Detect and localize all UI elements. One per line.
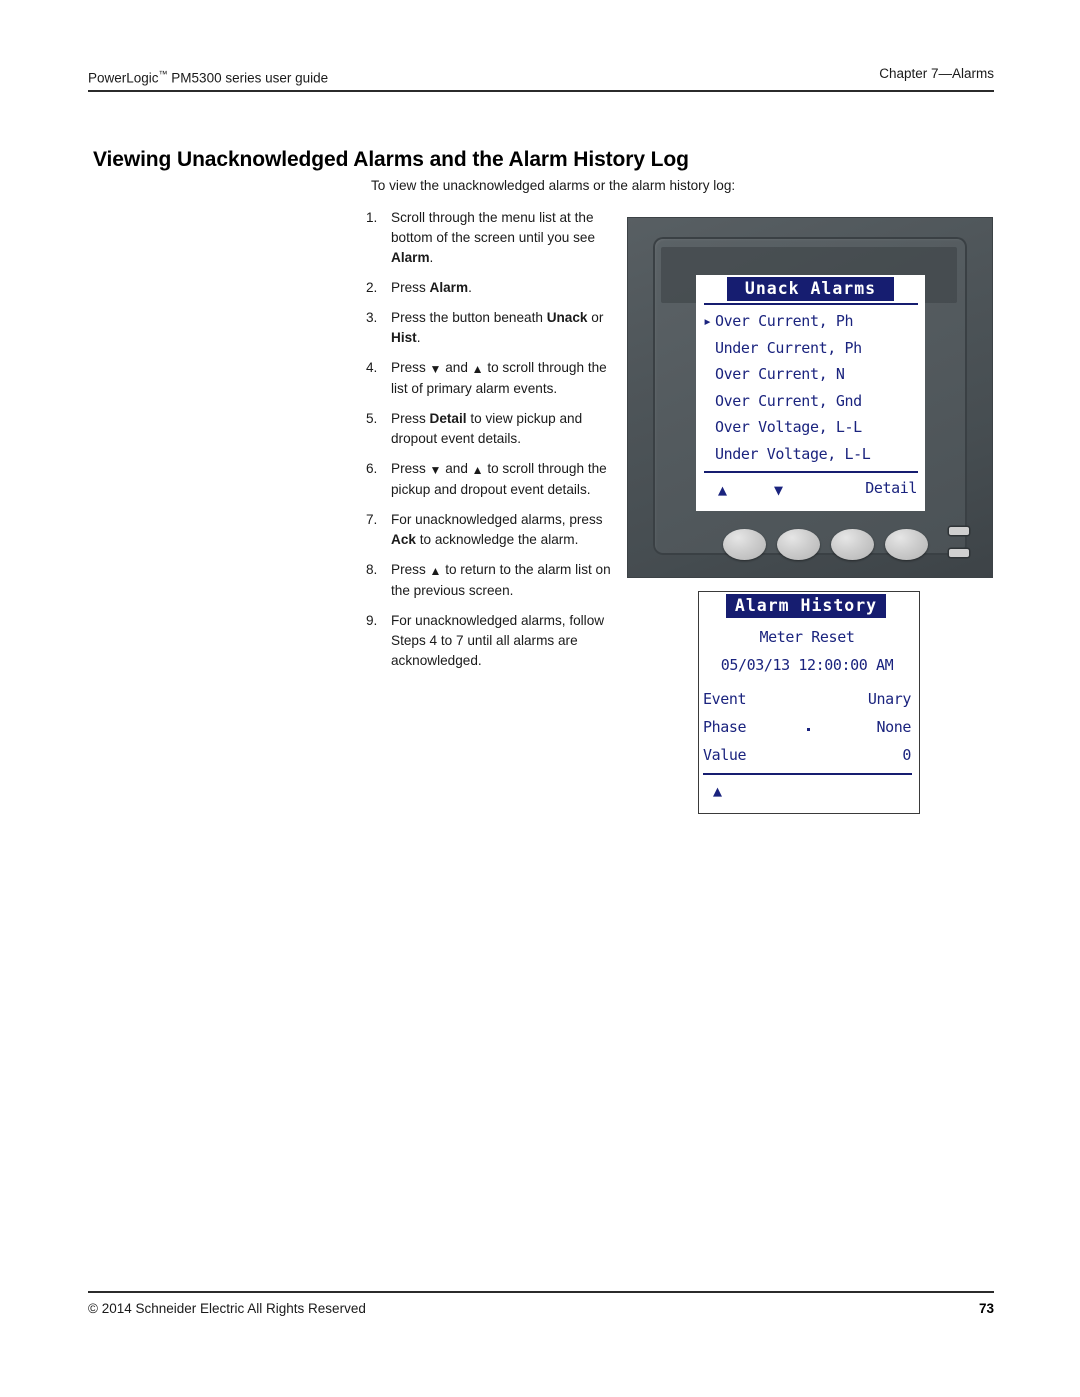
step-number: 7. bbox=[366, 512, 378, 527]
lcd2-event-name: Meter Reset bbox=[759, 628, 855, 646]
lcd1-title-row: Unack Alarms bbox=[696, 275, 925, 303]
lcd1-title: Unack Alarms bbox=[727, 277, 894, 301]
intro-paragraph: To view the unacknowledged alarms or the… bbox=[371, 178, 736, 193]
procedure-step: 3. Press the button beneath Unack or Hist… bbox=[366, 308, 622, 348]
lcd2-row-value: Value 0 bbox=[703, 746, 911, 764]
step-text: Press Detail to view pickup and dropout … bbox=[391, 411, 583, 446]
lcd2-row-event: Event Unary bbox=[703, 690, 911, 708]
step-number: 8. bbox=[366, 562, 378, 577]
step-text: For unacknowledged alarms, press Ack to … bbox=[391, 512, 603, 547]
lcd2-row-event-value: Unary bbox=[867, 690, 912, 708]
step-number: 2. bbox=[366, 280, 378, 295]
lcd-screen-alarm-history: Alarm History Meter Reset 05/03/13 12:00… bbox=[698, 591, 920, 814]
step-text: Scroll through the menu list at the bott… bbox=[391, 210, 596, 265]
lcd2-title: Alarm History bbox=[726, 594, 886, 618]
lcd1-alarm-item[interactable]: Over Current, Gnd bbox=[703, 388, 919, 415]
procedure-step: 1. Scroll through the menu list at the bo… bbox=[366, 208, 622, 268]
lcd1-detail-softkey[interactable]: Detail bbox=[865, 473, 917, 503]
device-softkey-button-4[interactable] bbox=[885, 529, 928, 560]
page-number: 73 bbox=[978, 1301, 994, 1316]
step-text: Press Alarm. bbox=[391, 280, 472, 295]
lcd1-alarm-item[interactable]: Under Voltage, L-L bbox=[703, 441, 919, 468]
header-guide-name: PM5300 series user guide bbox=[167, 70, 329, 86]
header-product-label: PowerLogic™ PM5300 series user guide bbox=[88, 66, 328, 87]
header-product-name: PowerLogic bbox=[88, 70, 159, 86]
lcd1-scroll-down-icon[interactable]: ▼ bbox=[774, 475, 783, 505]
lcd2-row-phase-label: Phase bbox=[703, 718, 747, 736]
procedure-step: 7. For unacknowledged alarms, press Ack t… bbox=[366, 510, 622, 550]
procedure-step: 2. Press Alarm. bbox=[366, 278, 622, 298]
step-number: 5. bbox=[366, 411, 378, 426]
lcd1-alarm-item[interactable]: Under Current, Ph bbox=[703, 335, 919, 362]
header-chapter-label: Chapter 7—Alarms bbox=[879, 66, 994, 81]
device-softkey-button-1[interactable] bbox=[723, 529, 766, 560]
lcd2-row-value-value: 0 bbox=[902, 746, 911, 764]
step-number: 4. bbox=[366, 360, 378, 375]
copyright-notice: © 2014 Schneider Electric All Rights Res… bbox=[88, 1301, 366, 1316]
page-title: Viewing Unacknowledged Alarms and the Al… bbox=[93, 148, 689, 172]
step-number: 1. bbox=[366, 210, 378, 225]
lcd2-title-row: Alarm History bbox=[699, 592, 919, 620]
lcd2-row-phase: Phase None bbox=[703, 718, 911, 736]
procedure-step: 9. For unacknowledged alarms, follow Step… bbox=[366, 611, 622, 671]
running-header: PowerLogic™ PM5300 series user guide Cha… bbox=[88, 66, 994, 92]
lcd1-top-rule bbox=[704, 303, 918, 305]
lcd2-row-value-label: Value bbox=[703, 746, 747, 764]
lcd2-row-event-label: Event bbox=[703, 690, 747, 708]
step-number: 9. bbox=[366, 613, 378, 628]
trademark-symbol: ™ bbox=[158, 69, 168, 79]
lcd2-scroll-up-icon[interactable]: ▲ bbox=[713, 776, 722, 806]
lcd1-alarm-item[interactable]: Over Voltage, L-L bbox=[703, 414, 919, 441]
device-softkey-button-2[interactable] bbox=[777, 529, 820, 560]
procedure-step: 4. Press and to scroll through the list o… bbox=[366, 358, 622, 399]
step-number: 6. bbox=[366, 461, 378, 476]
device-led-indicator-2 bbox=[949, 549, 969, 557]
footer-divider bbox=[88, 1291, 994, 1293]
lcd2-row-phase-value: None bbox=[876, 718, 911, 736]
step-text: Press to return to the alarm list on the… bbox=[391, 560, 622, 601]
lcd1-alarm-item[interactable]: Over Current, N bbox=[703, 361, 919, 388]
device-button-row bbox=[723, 527, 973, 567]
procedure-steps: 1. Scroll through the menu list at the bo… bbox=[366, 208, 622, 681]
header-divider bbox=[88, 90, 994, 92]
lcd2-timestamp: 05/03/13 12:00:00 AM bbox=[720, 656, 894, 674]
step-number: 3. bbox=[366, 310, 378, 325]
procedure-step: 6. Press and to scroll through the pickup… bbox=[366, 459, 622, 500]
lcd1-softkey-row: ▲ ▼ Detail bbox=[696, 473, 925, 507]
step-text: Press the button beneath Unack or Hist. bbox=[391, 310, 604, 345]
lcd2-bottom-rule bbox=[703, 773, 912, 775]
step-text: For unacknowledged alarms, follow Steps … bbox=[391, 613, 605, 668]
procedure-step: 8. Press to return to the alarm list on t… bbox=[366, 560, 622, 601]
lcd1-scroll-up-icon[interactable]: ▲ bbox=[718, 475, 727, 505]
procedure-step: 5. Press Detail to view pickup and dropou… bbox=[366, 409, 622, 449]
lcd2-softkey-row: ▲ bbox=[699, 776, 915, 806]
page-footer: © 2014 Schneider Electric All Rights Res… bbox=[88, 1300, 994, 1318]
device-softkey-button-3[interactable] bbox=[831, 529, 874, 560]
lcd1-alarm-list: Over Current, PhUnder Current, PhOver Cu… bbox=[703, 308, 919, 467]
lcd2-pixel-artifact bbox=[807, 728, 810, 731]
lcd-screen-unack-alarms: Unack Alarms Over Current, PhUnder Curre… bbox=[696, 275, 925, 511]
document-page: PowerLogic™ PM5300 series user guide Cha… bbox=[0, 0, 1080, 1397]
device-led-indicator-1 bbox=[949, 527, 969, 535]
step-text: Press and to scroll through the pickup a… bbox=[391, 459, 622, 500]
step-text: Press and to scroll through the list of … bbox=[391, 358, 622, 399]
lcd1-alarm-item[interactable]: Over Current, Ph bbox=[703, 308, 919, 335]
